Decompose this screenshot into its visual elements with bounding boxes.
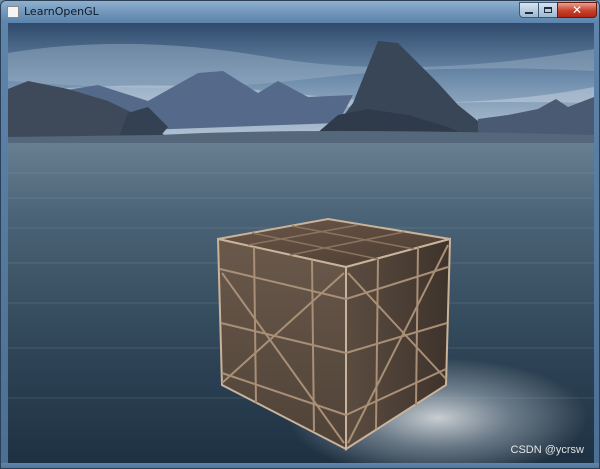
window-frame-bottom xyxy=(1,463,599,468)
watermark: CSDN @ycrsw xyxy=(510,444,585,456)
minimize-icon xyxy=(525,11,533,14)
app-icon xyxy=(7,6,19,18)
close-icon: ✕ xyxy=(571,3,583,17)
window-title: LearnOpenGL xyxy=(24,5,99,18)
close-button[interactable]: ✕ xyxy=(557,2,597,18)
maximize-icon xyxy=(544,7,552,13)
title-bar[interactable]: LearnOpenGL ✕ xyxy=(1,1,599,23)
app-window: LearnOpenGL ✕ CSDN @ycrsw xyxy=(0,0,600,469)
maximize-button[interactable] xyxy=(538,2,558,18)
wooden-crate xyxy=(216,217,452,451)
opengl-viewport[interactable]: CSDN @ycrsw xyxy=(8,23,594,463)
minimize-button[interactable] xyxy=(519,2,539,18)
